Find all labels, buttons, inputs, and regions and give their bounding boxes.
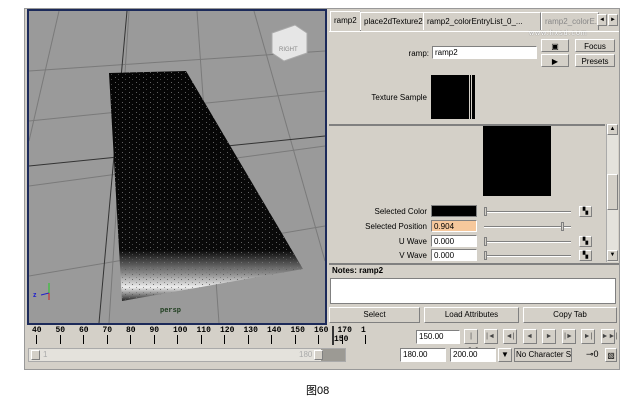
character-set-dropdown-icon[interactable]: ▼ xyxy=(498,348,512,362)
timeline-tick xyxy=(247,335,249,344)
ramp-attributes-scroll-area: Selected Color ▚ Selected Position 0.904… xyxy=(329,124,605,262)
timeline-tick xyxy=(177,335,178,344)
timeline-tick xyxy=(294,335,296,344)
key-icon[interactable]: ⊸0 xyxy=(586,349,599,360)
step-forward-frame-button[interactable]: |► xyxy=(561,329,576,344)
figure-caption: 图08 xyxy=(306,385,330,397)
range-end-label: 180 xyxy=(299,350,313,359)
tab-ramp2[interactable]: ramp2 xyxy=(330,11,361,31)
current-frame-label: 150 xyxy=(334,335,349,344)
timeline-tick xyxy=(271,335,272,344)
step-back-frame-button[interactable]: ◄| xyxy=(503,329,517,344)
current-time-input[interactable]: 150.00 xyxy=(416,330,460,344)
selected-color-swatch[interactable] xyxy=(431,205,477,217)
timeline-tick-label: 100 xyxy=(173,326,188,335)
timeline-tick xyxy=(59,335,61,344)
timeline-tick-label: 40 xyxy=(32,326,42,335)
timeline-tick-label: 170 xyxy=(337,326,352,335)
tab-place2dtexture2[interactable]: place2dTexture2 xyxy=(360,12,427,30)
texture-sample-swatch[interactable] xyxy=(431,75,472,119)
view-cube[interactable]: RIGHT xyxy=(271,24,308,62)
perspective-viewport[interactable]: RIGHT z persp xyxy=(27,9,327,325)
ramp-name-input[interactable]: ramp2 xyxy=(432,46,537,59)
step-back-key-button[interactable]: |◄ xyxy=(483,329,498,344)
timeline-tick-label: 50 xyxy=(55,326,66,335)
attributes-scrollbar[interactable]: ▲ ▼ xyxy=(606,124,618,262)
timeline-tick xyxy=(83,335,84,344)
map-button-icon[interactable]: ▚ xyxy=(579,206,592,217)
timeline-tick xyxy=(130,335,131,344)
output-connection-button[interactable]: ▶ xyxy=(541,54,569,67)
map-button-icon[interactable]: ▚ xyxy=(579,236,592,247)
go-to-start-button[interactable]: |◄◄ xyxy=(464,329,479,353)
range-slider[interactable]: 1 180 xyxy=(28,348,346,362)
timeline-tick xyxy=(224,335,225,344)
timeline-tick-label: 70 xyxy=(102,326,113,335)
focus-button[interactable]: Focus xyxy=(575,39,615,52)
selected-position-label: Selected Position xyxy=(365,222,427,231)
preferences-icon[interactable]: ▧ xyxy=(605,348,617,362)
selected-position-input[interactable]: 0.904 xyxy=(431,220,477,232)
timeline-tick xyxy=(153,335,155,344)
timeline-tick-label: 120 xyxy=(220,326,235,335)
svg-text:z: z xyxy=(33,292,37,299)
map-button-icon[interactable]: ▚ xyxy=(579,250,592,261)
timeline-tick xyxy=(200,335,202,344)
v-wave-input[interactable]: 0.000 xyxy=(431,249,477,261)
attribute-editor: ramp2 place2dTexture2 ramp2_colorEntryLi… xyxy=(329,10,619,324)
play-forward-button[interactable]: ► xyxy=(542,329,556,344)
tab-scroll-left[interactable]: ◄ xyxy=(597,14,607,26)
selected-color-slider[interactable] xyxy=(484,207,571,216)
v-wave-slider[interactable] xyxy=(484,251,571,260)
range-start-label: 1 xyxy=(43,350,48,359)
timeline-tick-label: 130 xyxy=(243,326,258,335)
texture-sample-label: Texture Sample xyxy=(371,93,427,102)
selected-position-slider[interactable] xyxy=(484,222,571,231)
end-total-input[interactable]: 200.00 xyxy=(450,348,496,362)
u-wave-input[interactable]: 0.000 xyxy=(431,235,477,247)
viewport-scene: RIGHT z persp xyxy=(29,11,325,323)
axis-indicator-icon xyxy=(40,283,50,300)
time-slider[interactable]: 40 50 60 70 80 90 100 110 120 130 140 150 160 170 1 15… xyxy=(28,326,366,345)
timeline-tick-label: 80 xyxy=(126,326,136,335)
notes-title: Notes: ramp2 xyxy=(332,266,384,275)
end-time-input[interactable]: 180.00 xyxy=(400,348,446,362)
ramp-preview[interactable] xyxy=(483,126,551,196)
copy-tab-button[interactable]: Copy Tab xyxy=(523,307,617,323)
selected-color-label: Selected Color xyxy=(374,207,427,216)
u-wave-slider[interactable] xyxy=(484,237,571,246)
timeline-tick xyxy=(318,335,319,344)
timeline-tick-label: 140 xyxy=(267,326,282,335)
play-backward-button[interactable]: ◄ xyxy=(522,329,537,344)
u-wave-label: U Wave xyxy=(398,237,427,246)
input-connection-button[interactable]: ▣ xyxy=(541,39,569,52)
range-end-handle[interactable] xyxy=(314,350,323,360)
tab-color-entry-list[interactable]: ramp2_colorEntryList_0_... xyxy=(423,12,541,30)
timeline-tick-label: 160 xyxy=(314,326,329,335)
timeline-tick-label: 110 xyxy=(196,326,211,335)
character-set-field[interactable]: No Character Set xyxy=(514,348,572,362)
timeline-tick-label: 60 xyxy=(79,326,89,335)
tab-color-entry-2[interactable]: ramp2_colorE... xyxy=(541,12,599,30)
notes-textarea[interactable] xyxy=(330,278,616,304)
camera-label: persp xyxy=(160,307,181,315)
v-wave-label: V Wave xyxy=(399,251,427,260)
tab-scroll-right[interactable]: ► xyxy=(608,14,618,26)
timeline-tick xyxy=(106,335,108,344)
go-to-end-button[interactable]: ►►| xyxy=(600,329,617,344)
ramp-label: ramp: xyxy=(408,49,429,58)
range-start-handle[interactable] xyxy=(31,350,40,360)
timeline-tick xyxy=(365,335,366,344)
timeline-tick-label: 150 xyxy=(290,326,305,335)
select-button[interactable]: Select xyxy=(329,307,420,323)
step-forward-key-button[interactable]: ►| xyxy=(581,329,595,344)
load-attributes-button[interactable]: Load Attributes xyxy=(424,307,519,323)
presets-button[interactable]: Presets xyxy=(575,54,615,67)
timeline-tick xyxy=(36,335,37,344)
timeline-tick-label: 1 xyxy=(361,326,366,335)
timeline-tick-label: 90 xyxy=(149,326,160,335)
svg-text:RIGHT: RIGHT xyxy=(279,47,298,53)
